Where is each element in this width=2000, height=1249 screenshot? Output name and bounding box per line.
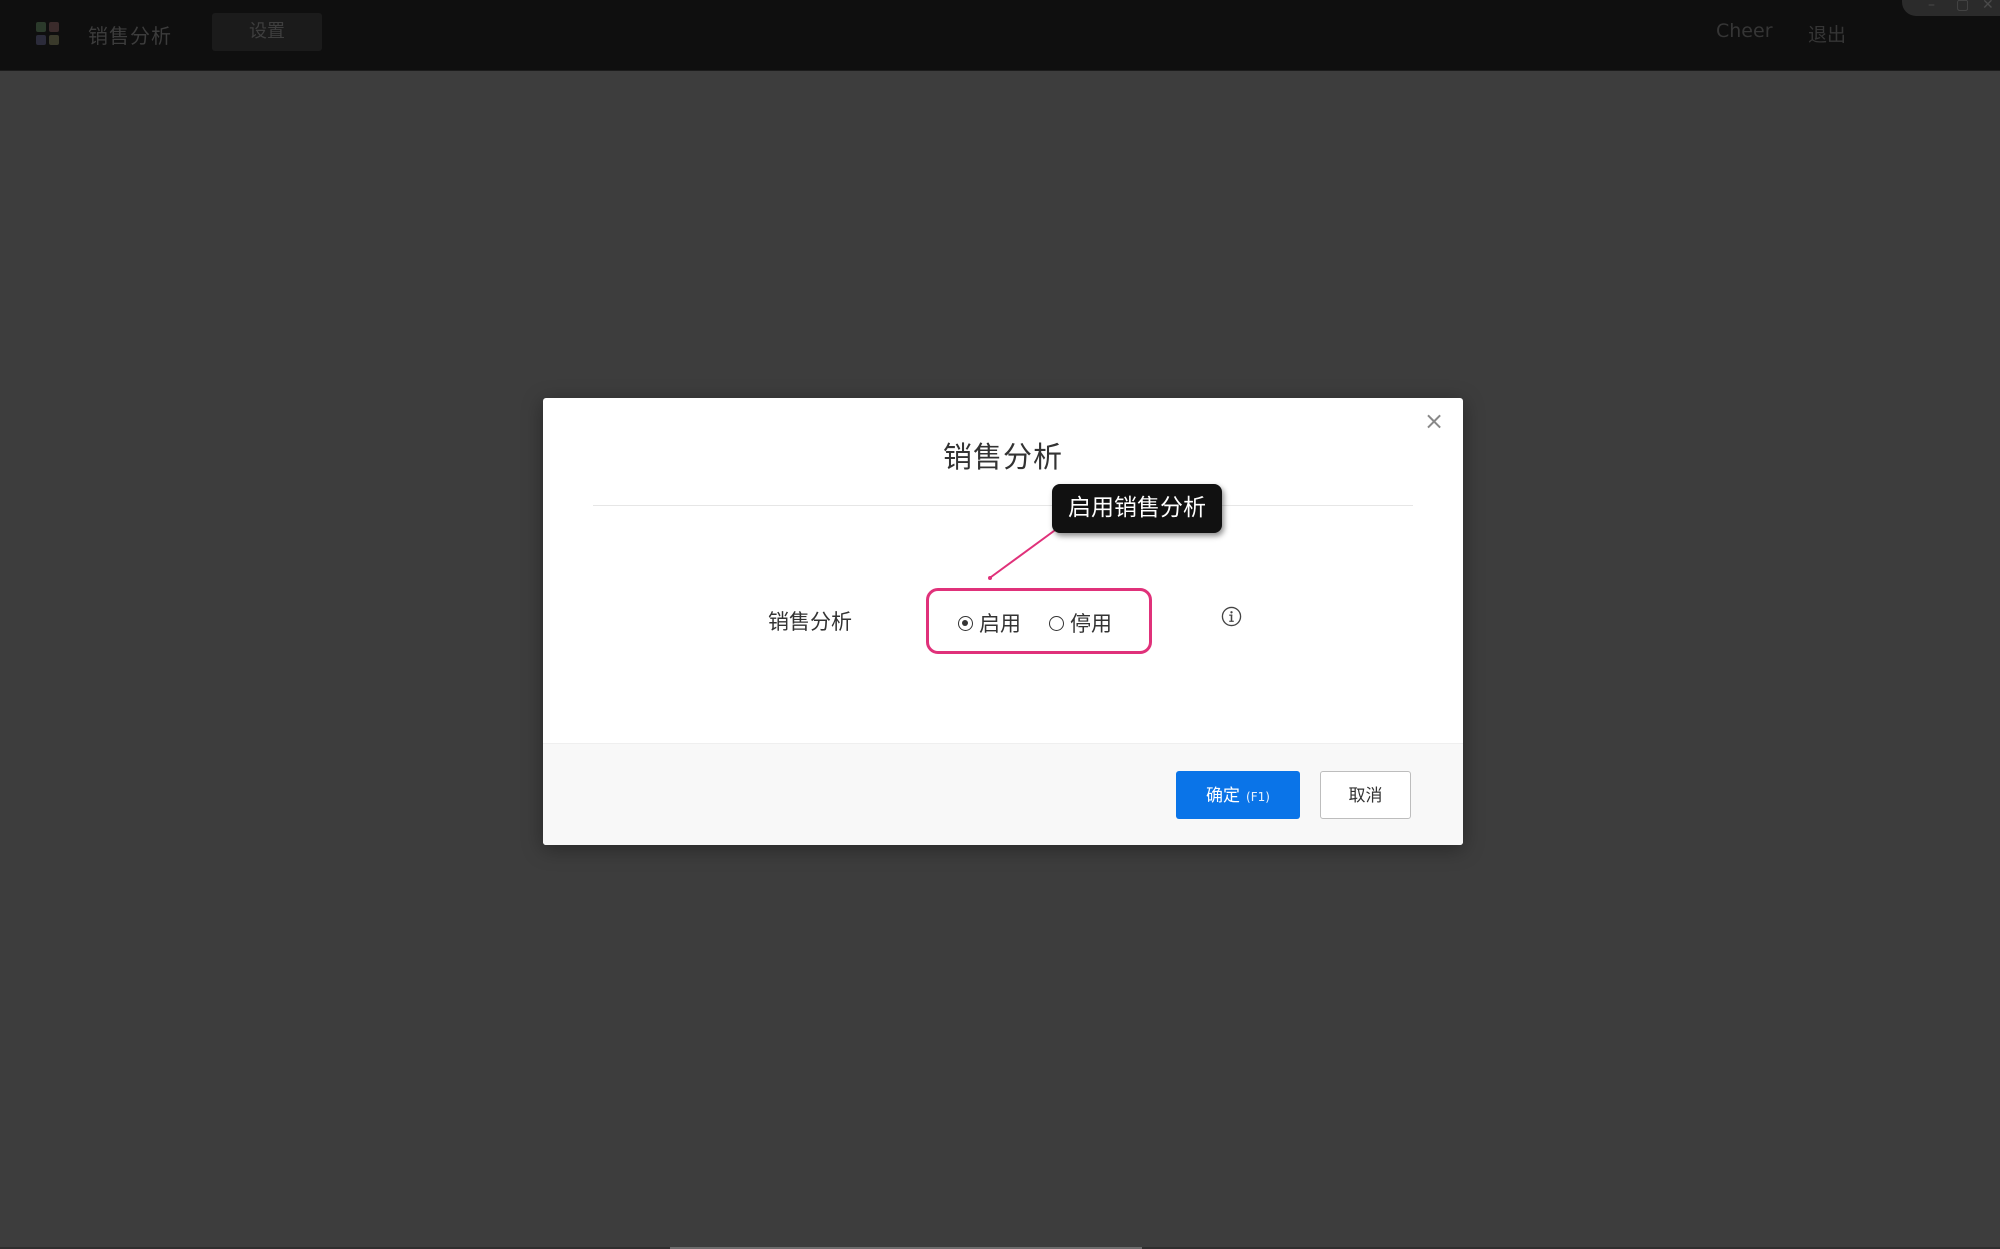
minimize-icon[interactable]: –: [1928, 0, 1935, 13]
close-icon[interactable]: ×: [1419, 406, 1449, 436]
app-title: 销售分析: [88, 24, 172, 48]
radio-enable-label: 启用: [979, 612, 1021, 636]
dialog-footer: 确定 (F1) 取消: [543, 743, 1463, 845]
cancel-button[interactable]: 取消: [1320, 771, 1411, 819]
dialog-title: 销售分析: [942, 440, 1063, 474]
tab-settings[interactable]: 设置: [212, 13, 322, 51]
sales-analysis-dialog: 销售分析 × 销售分析 启用 停用 启用销售分析 确定 (F1) 取消: [543, 398, 1463, 845]
screen: 销售分析 设置 Cheer 退出 – ▢ ✕ 销售分析 × 销售分析 启用 停用: [0, 0, 2000, 1249]
top-bar: 销售分析 设置 Cheer 退出 – ▢ ✕: [0, 0, 2000, 71]
radio-unchecked-icon[interactable]: [1049, 615, 1064, 631]
radio-disable[interactable]: 停用: [1049, 611, 1112, 636]
field-label: 销售分析: [768, 610, 852, 634]
confirm-button-label: 确定: [1206, 786, 1241, 806]
dialog-divider: [593, 505, 1413, 506]
confirm-shortcut: (F1): [1246, 790, 1270, 804]
maximize-icon[interactable]: ▢: [1956, 0, 1969, 13]
app-logo-icon: [36, 22, 60, 46]
info-circle-icon[interactable]: [1221, 606, 1242, 627]
window-controls: – ▢ ✕: [1902, 0, 2000, 16]
radio-enable[interactable]: 启用: [958, 611, 1021, 636]
user-name[interactable]: Cheer: [1716, 20, 1773, 42]
radio-disable-label: 停用: [1070, 612, 1112, 636]
radio-group-highlight: 启用 停用: [926, 588, 1152, 654]
radio-checked-icon[interactable]: [958, 615, 973, 631]
confirm-button[interactable]: 确定 (F1): [1176, 771, 1300, 819]
close-window-icon[interactable]: ✕: [1982, 0, 1994, 13]
annotation-tooltip: 启用销售分析: [1052, 484, 1222, 533]
logout-link[interactable]: 退出: [1808, 20, 1846, 47]
